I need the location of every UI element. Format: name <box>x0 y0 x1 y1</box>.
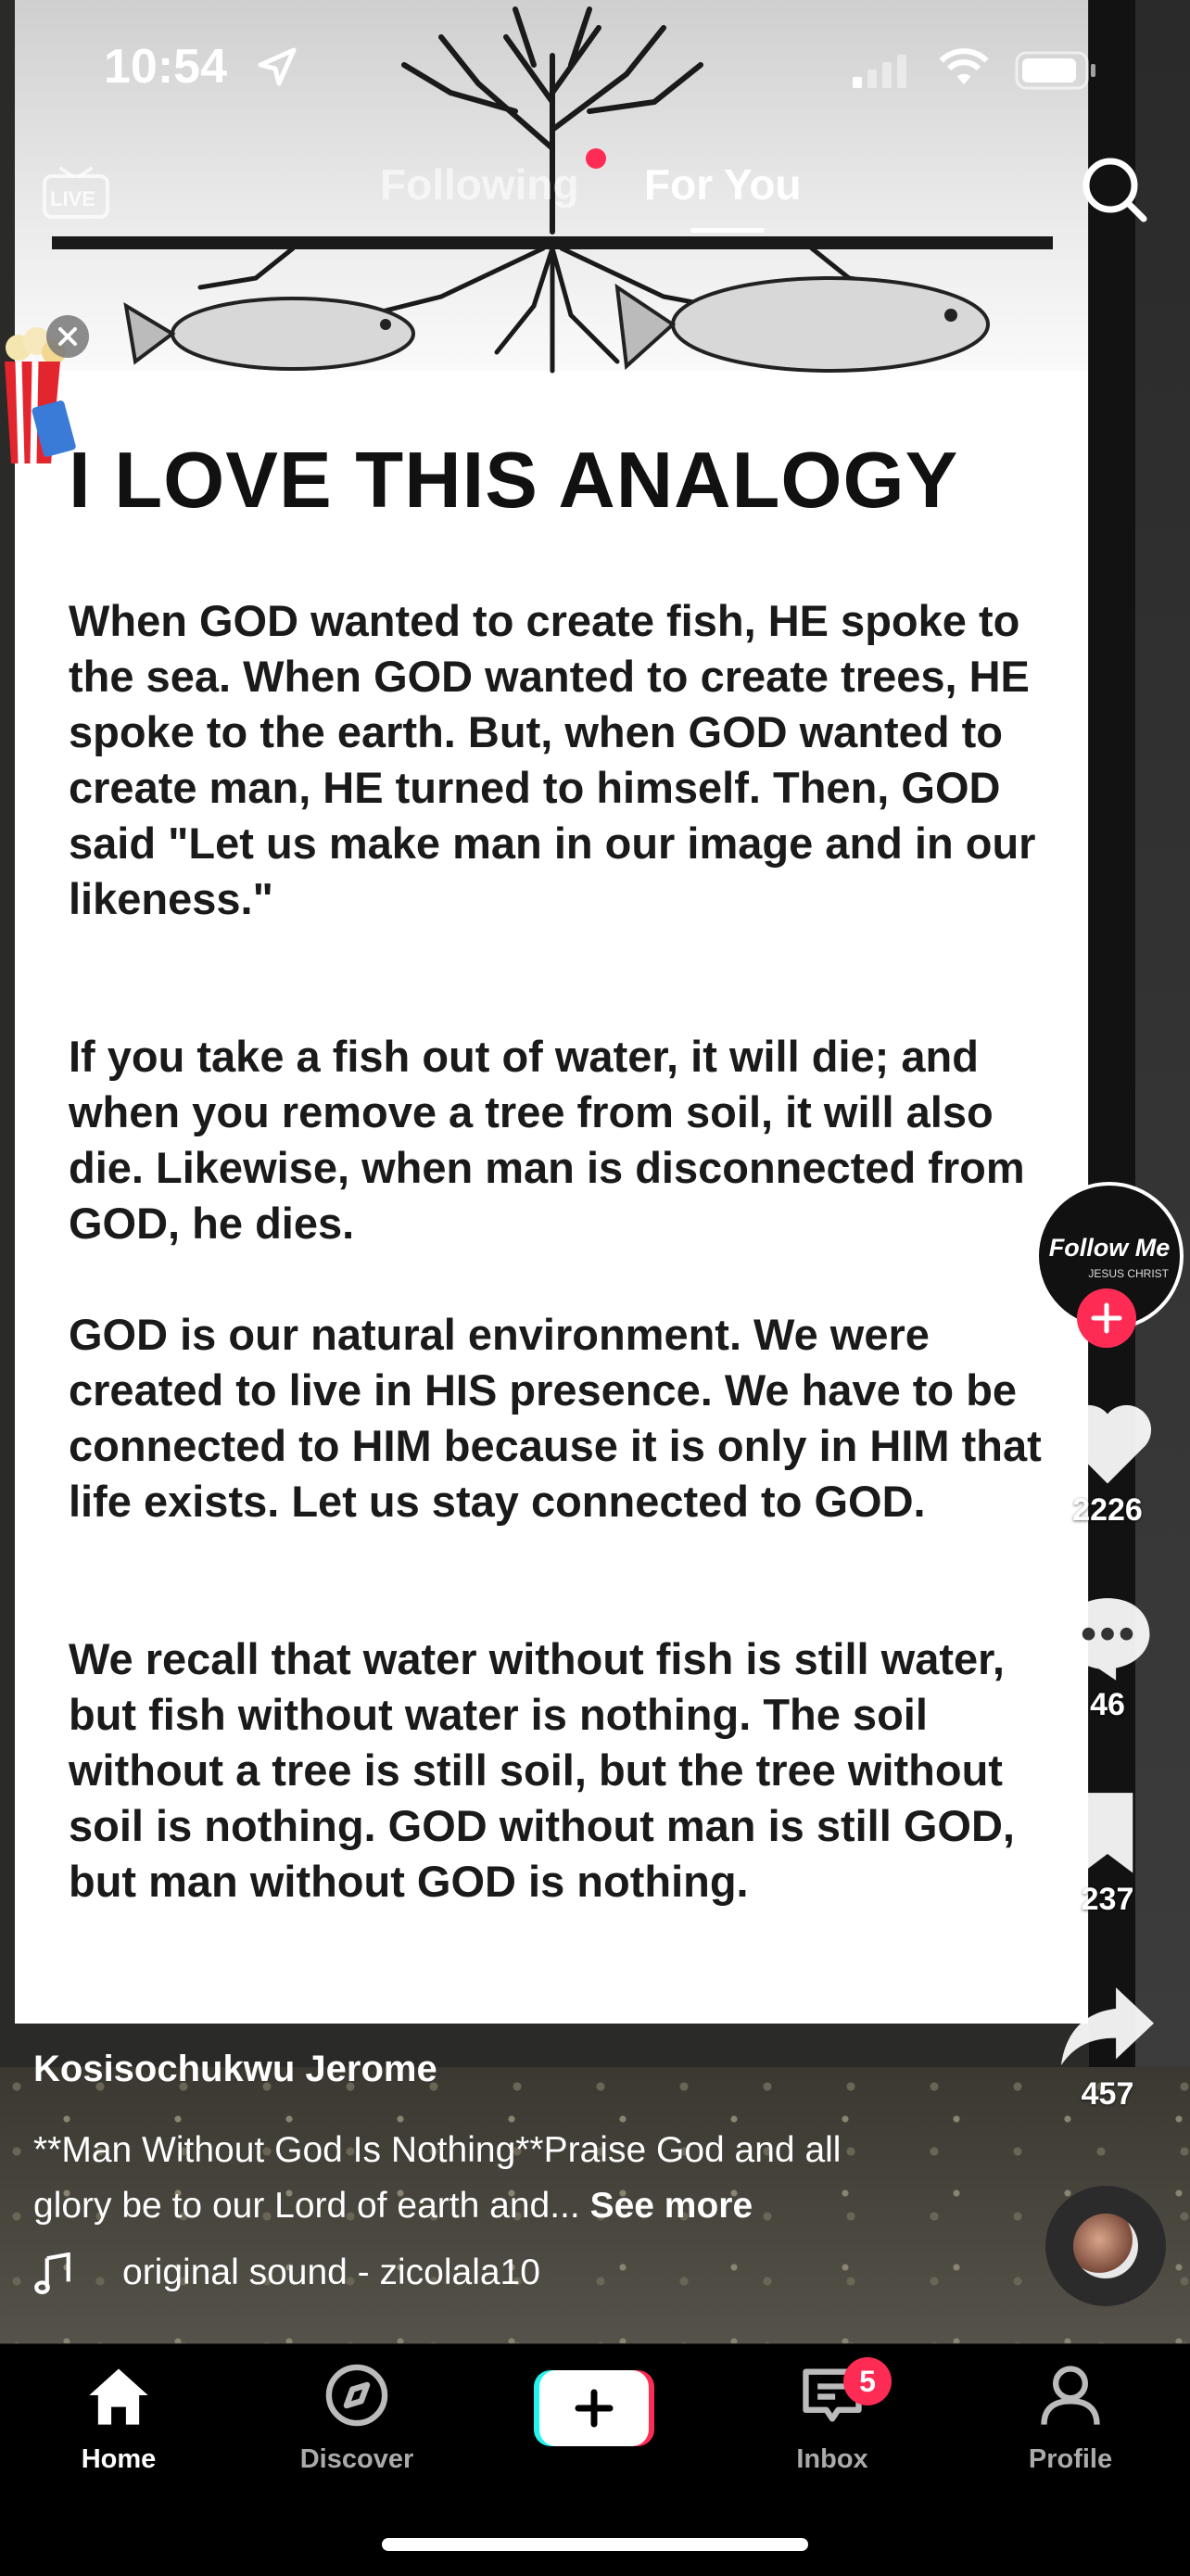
create-button[interactable] <box>534 2370 654 2446</box>
status-bar: 10:54 <box>0 0 1190 139</box>
home-icon <box>89 2368 148 2425</box>
tab-for-you[interactable]: For You <box>644 159 802 209</box>
save-count: 237 <box>1081 1882 1134 1917</box>
battery-icon <box>1015 51 1095 90</box>
home-indicator <box>382 2538 808 2551</box>
top-navigation: LIVE Following For You <box>0 139 1190 250</box>
poster-paragraph-1: When GOD wanted to create fish, HE spoke… <box>69 596 1036 923</box>
floating-ad-widget[interactable] <box>0 315 89 473</box>
profile-icon <box>1041 2366 1100 2425</box>
fish-left <box>123 297 415 371</box>
author-name[interactable]: Kosisochukwu Jerome <box>33 2049 437 2090</box>
comment-bubble-icon <box>1065 1598 1150 1681</box>
avatar-text: Follow Me <box>1048 1234 1171 1262</box>
avatar-subtext: JESUS CHRIST <box>1088 1267 1169 1280</box>
save-action[interactable]: 237 <box>1029 1784 1186 1918</box>
search-icon[interactable] <box>1077 152 1151 226</box>
inbox-badge: 5 <box>843 2357 892 2405</box>
following-notification-dot <box>586 148 606 169</box>
poster-heading: I LOVE THIS ANALOGY <box>69 437 959 525</box>
tab-discover-label: Discover <box>299 2444 414 2474</box>
like-count: 2226 <box>1072 1492 1143 1528</box>
heart-icon <box>1063 1404 1152 1484</box>
sound-disc-avatar <box>1073 2214 1138 2278</box>
active-tab-indicator <box>690 228 765 233</box>
poster-paragraph-3: GOD is our natural environment. We were … <box>69 1310 1042 1526</box>
sound-name: original sound - zicolala10 <box>122 2252 540 2292</box>
live-button[interactable]: LIVE <box>41 156 111 221</box>
tab-home[interactable]: Home <box>26 2363 211 2475</box>
cellular-signal-icon <box>853 55 906 88</box>
wifi-icon <box>939 48 989 85</box>
like-action[interactable]: 2226 <box>1029 1395 1186 1529</box>
video-edge-right <box>1135 0 1190 2067</box>
music-note-icon <box>34 2252 70 2294</box>
video-player[interactable]: I LOVE THIS ANALOGY When GOD wanted to c… <box>0 0 1190 2343</box>
share-count: 457 <box>1081 2076 1134 2112</box>
comment-action[interactable]: 46 <box>1029 1590 1186 1723</box>
sound-disc[interactable] <box>1045 2186 1166 2306</box>
tab-profile[interactable]: Profile <box>978 2363 1163 2475</box>
status-time: 10:54 <box>104 40 227 94</box>
tab-profile-label: Profile <box>1028 2444 1113 2474</box>
comment-count: 46 <box>1090 1687 1125 1722</box>
plus-icon <box>575 2389 614 2428</box>
location-arrow-icon <box>258 47 297 86</box>
share-action[interactable]: 457 <box>1029 1979 1186 2113</box>
compass-icon <box>325 2364 388 2427</box>
tab-discover[interactable]: Discover <box>264 2363 449 2475</box>
tab-inbox-label: Inbox <box>796 2444 868 2474</box>
plus-icon <box>1091 1302 1122 1334</box>
bookmark-icon <box>1082 1793 1133 1873</box>
tab-inbox[interactable]: Inbox 5 <box>740 2357 925 2475</box>
live-label: LIVE <box>50 187 95 210</box>
post-caption: **Man Without God Is Nothing**Praise God… <box>33 2123 914 2234</box>
tab-following[interactable]: Following <box>380 159 579 209</box>
poster-paragraph-2: If you take a fish out of water, it will… <box>69 1032 1025 1248</box>
fish-right <box>614 276 990 373</box>
share-arrow-icon <box>1061 1987 1154 2066</box>
close-widget-button[interactable] <box>46 315 89 358</box>
poster-paragraph-4: We recall that water without fish is sti… <box>69 1634 1015 1906</box>
poster-image: I LOVE THIS ANALOGY When GOD wanted to c… <box>15 0 1088 2024</box>
see-more-link[interactable]: See more <box>590 2186 753 2226</box>
follow-button[interactable] <box>1077 1288 1136 1348</box>
tab-home-label: Home <box>81 2444 157 2474</box>
close-icon <box>58 327 77 346</box>
